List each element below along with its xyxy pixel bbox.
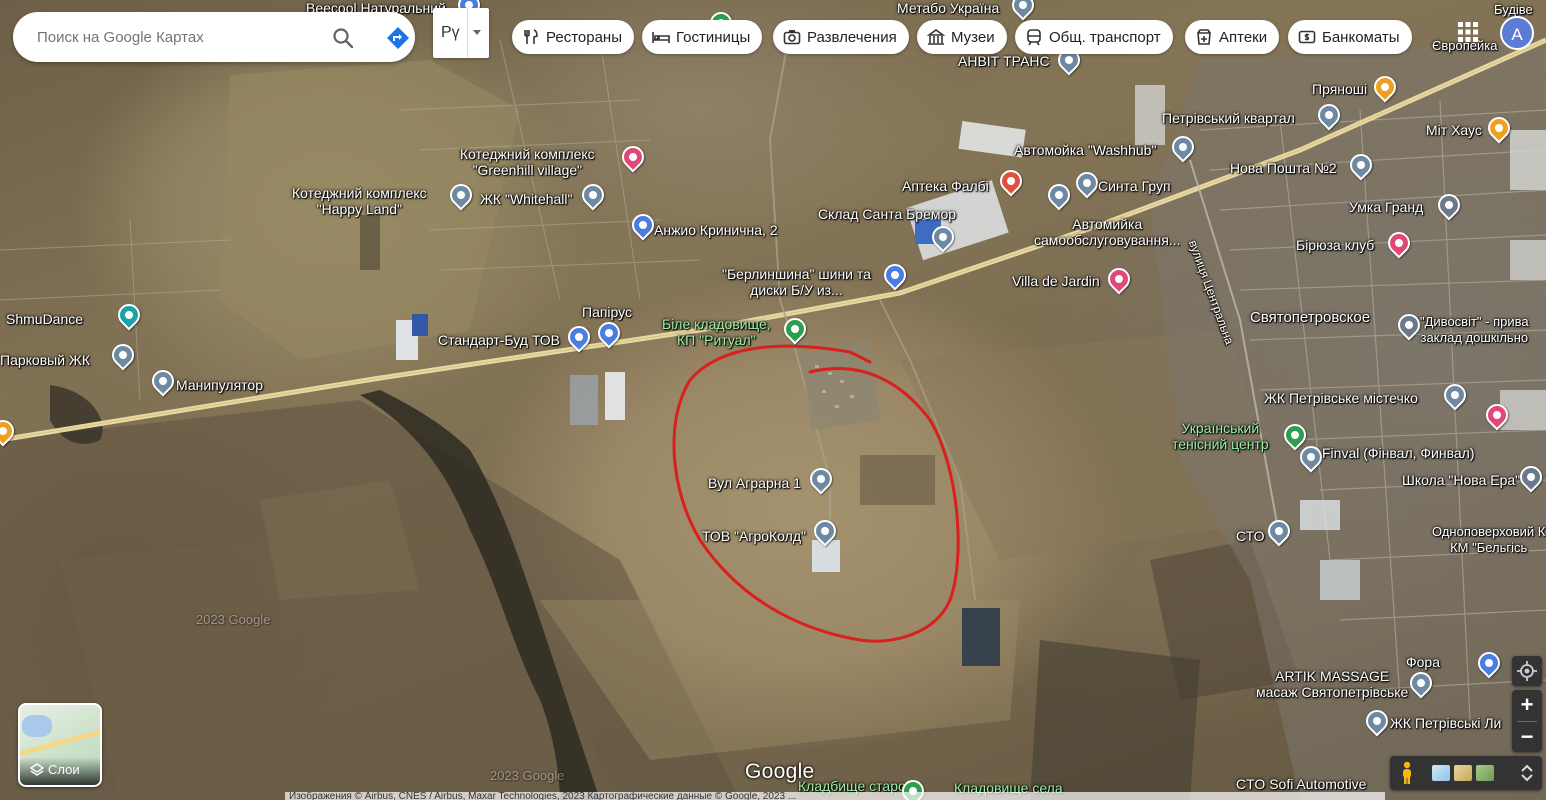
map-label[interactable]: Стандарт-Буд ТОВ <box>438 332 560 348</box>
layers-label: Слои <box>48 762 80 777</box>
pegman-icon[interactable] <box>1398 761 1416 785</box>
imagery-thumbnail[interactable] <box>1454 765 1472 781</box>
zoom-out-button[interactable]: − <box>1512 722 1542 752</box>
map-label[interactable]: ARTIK MASSAGE масаж Святопетрівське <box>1256 668 1408 700</box>
map-label[interactable]: ЖК Петрівське містечко <box>1264 390 1418 406</box>
expand-icon[interactable] <box>1518 763 1536 783</box>
crosshair-icon <box>1517 661 1537 681</box>
map-label[interactable]: CTO Sofi Automotive <box>1236 776 1366 792</box>
imagery-thumbnail[interactable] <box>1432 765 1450 781</box>
map-label[interactable]: Villa de Jardin <box>1012 273 1100 289</box>
map-label[interactable]: Автомойка "Washhub" <box>1014 142 1156 158</box>
language-select[interactable]: Рү <box>433 8 489 58</box>
chip-label: Музеи <box>951 28 995 46</box>
map-label[interactable]: Одноповерховий К КМ "Бельгісь <box>1432 524 1545 556</box>
chip-label: Рестораны <box>546 28 622 46</box>
chip-hotels[interactable]: Гостиницы <box>642 20 763 54</box>
camera-icon <box>783 30 801 45</box>
atm-icon <box>1298 30 1316 44</box>
chip-label: Общ. транспорт <box>1049 28 1161 46</box>
map-label[interactable]: СТО <box>1236 528 1264 544</box>
chip-label: Гостиницы <box>676 28 751 46</box>
chip-atms[interactable]: Банкоматы <box>1288 20 1412 54</box>
chip-pharmacies[interactable]: Аптеки <box>1185 20 1280 54</box>
map-label[interactable]: Парковый ЖК <box>0 352 90 368</box>
map-label[interactable]: ShmuDance <box>6 311 83 327</box>
map-label[interactable]: Міт Хаус <box>1426 122 1482 138</box>
zoom-in-button[interactable]: + <box>1512 690 1542 720</box>
map-label[interactable]: Нова Пошта №2 <box>1230 160 1337 176</box>
map-label[interactable]: Котеджний комплекс "Greenhill village" <box>460 146 595 178</box>
transit-icon <box>1027 29 1041 46</box>
map-label[interactable]: Finval (Фінвал, Финвал) <box>1322 445 1475 461</box>
attribution-footer: Изображения © Airbus, CNES / Airbus, Max… <box>285 792 1385 800</box>
map-label[interactable]: Школа "Нова Ера" <box>1402 472 1520 488</box>
map-label[interactable]: Метабо Україна <box>897 0 999 16</box>
map-label[interactable]: Анжио Кринична, 2 <box>654 222 778 238</box>
restaurant-icon <box>524 29 538 44</box>
map-label[interactable]: Фора <box>1406 654 1440 670</box>
locality-label: Святопетровское <box>1250 309 1371 326</box>
layers-icon <box>30 762 44 776</box>
museum-icon <box>927 29 945 45</box>
map-label[interactable]: Автомийка самообслуговування... <box>1034 216 1181 248</box>
hotel-icon <box>652 32 670 43</box>
imagery-thumbnail[interactable] <box>1476 765 1494 781</box>
search-input[interactable] <box>37 25 307 49</box>
map-label[interactable]: ЖК "Whitehall" <box>480 191 573 207</box>
chip-transit[interactable]: Общ. транспорт <box>1015 20 1173 54</box>
layers-thumbnail <box>22 715 52 737</box>
map-label[interactable]: Петрівський квартал <box>1162 110 1295 126</box>
map-label[interactable]: Папірус <box>582 304 632 320</box>
map-label[interactable]: Котеджний комплекс "Happy Land" <box>292 185 427 217</box>
map-label[interactable]: Біле кладовище, КП "Ритуал" <box>662 316 771 348</box>
map-label[interactable]: Пряноші <box>1312 81 1367 97</box>
account-avatar[interactable]: A <box>1500 16 1534 50</box>
my-location-button[interactable] <box>1512 656 1542 686</box>
map-watermark: 2023 Google <box>196 612 271 627</box>
map-watermark: 2023 Google <box>490 768 565 783</box>
satellite-map[interactable]: 2023 Google 2023 Google Beecool Натураль… <box>0 0 1546 800</box>
chip-entertainment[interactable]: Развлечения <box>773 20 909 54</box>
map-label[interactable]: АНВІТ ТРАНС <box>958 53 1050 69</box>
directions-icon[interactable] <box>385 25 411 51</box>
map-label[interactable]: Аптека Фалбі <box>902 178 989 194</box>
map-label[interactable]: Склад Санта Бремор <box>818 206 956 222</box>
map-label[interactable]: ТОВ "АгроКолд" <box>702 528 806 544</box>
language-value: Рү <box>441 24 460 41</box>
layers-label-wrap: Слои <box>30 762 80 777</box>
map-label[interactable]: Манипулятор <box>176 377 263 393</box>
zoom-control[interactable]: + − <box>1512 690 1542 752</box>
layers-button[interactable]: Слои <box>18 703 102 787</box>
map-label[interactable]: Вул Аграрна 1 <box>708 475 801 491</box>
google-logo: Google <box>745 760 815 783</box>
chip-museums[interactable]: Музеи <box>917 20 1007 54</box>
chip-label: Банкоматы <box>1322 28 1400 46</box>
search-icon[interactable] <box>331 26 355 50</box>
search-box[interactable] <box>13 12 415 62</box>
map-label[interactable]: ЖК Петрівські Ли <box>1390 715 1501 731</box>
chip-label: Аптеки <box>1219 28 1268 46</box>
map-label[interactable]: "Берлиншина" шини та диски Б/У из... <box>722 266 871 298</box>
map-label[interactable]: Український тенісний центр <box>1172 420 1269 452</box>
chip-label: Развлечения <box>807 28 897 46</box>
chevron-down-icon[interactable] <box>473 30 481 35</box>
map-label[interactable]: "Дивосвіт" - прива заклад дошкільно <box>1420 314 1529 346</box>
divider <box>467 8 468 58</box>
map-label[interactable]: Умка Гранд <box>1349 199 1423 215</box>
apps-grid-icon[interactable] <box>1458 22 1478 42</box>
pharmacy-icon <box>1197 29 1211 45</box>
map-label[interactable]: Синта Груп <box>1098 178 1171 194</box>
street-view-bar[interactable] <box>1390 756 1542 790</box>
chip-restaurants[interactable]: Рестораны <box>512 20 634 54</box>
map-label[interactable]: Бірюза клуб <box>1296 237 1374 253</box>
